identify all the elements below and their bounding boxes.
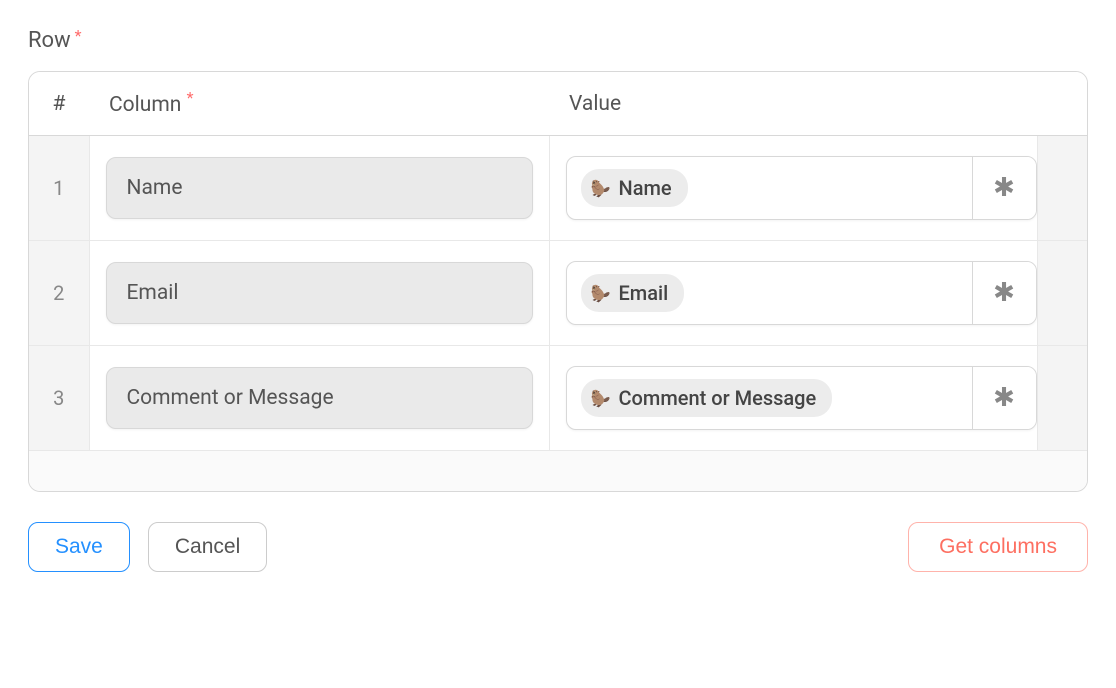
header-value: Value: [549, 72, 967, 136]
header-end: [1037, 72, 1087, 136]
form-icon: 🦫: [591, 283, 611, 303]
section-label-text: Row: [28, 28, 71, 53]
button-row: Save Cancel Get columns: [28, 522, 1088, 572]
header-value-text: Value: [569, 92, 621, 116]
value-field[interactable]: 🦫 Comment or Message ✱: [566, 366, 1037, 430]
get-columns-button[interactable]: Get columns: [908, 522, 1088, 572]
asterisk-icon: ✱: [993, 173, 1015, 203]
chip-label: Comment or Message: [619, 386, 817, 410]
row-end: [1037, 136, 1087, 241]
column-input-text: Email: [127, 281, 179, 305]
value-field[interactable]: 🦫 Name ✱: [566, 156, 1037, 220]
cancel-button[interactable]: Cancel: [148, 522, 267, 572]
chip-label: Name: [619, 176, 672, 200]
value-options-button[interactable]: ✱: [972, 367, 1036, 429]
section-label: Row *: [28, 28, 1088, 53]
value-chip[interactable]: 🦫 Email: [581, 274, 685, 312]
row-index: 2: [29, 241, 89, 346]
chip-label: Email: [619, 281, 669, 305]
save-button[interactable]: Save: [28, 522, 130, 572]
value-options-button[interactable]: ✱: [972, 157, 1036, 219]
value-chip[interactable]: 🦫 Comment or Message: [581, 379, 833, 417]
row-index: 3: [29, 346, 89, 451]
row-end: [1037, 241, 1087, 346]
asterisk-icon: ✱: [993, 278, 1015, 308]
row-table: # Column * Value 1 Name: [29, 72, 1087, 491]
table-row: 3 Comment or Message 🦫 Comment or Messag…: [29, 346, 1087, 451]
column-input[interactable]: Name: [106, 157, 533, 219]
header-action: [967, 72, 1037, 136]
value-chip[interactable]: 🦫 Name: [581, 169, 688, 207]
row-index: 1: [29, 136, 89, 241]
asterisk-icon: ✱: [993, 383, 1015, 413]
footer-empty: [29, 451, 1087, 492]
column-input[interactable]: Email: [106, 262, 533, 324]
column-input-text: Comment or Message: [127, 386, 334, 410]
header-num-text: #: [53, 92, 66, 116]
required-asterisk-icon: *: [75, 28, 82, 44]
table-footer-row: [29, 451, 1087, 492]
column-input[interactable]: Comment or Message: [106, 367, 533, 429]
table-row: 1 Name 🦫 Name: [29, 136, 1087, 241]
table-row: 2 Email 🦫 Email: [29, 241, 1087, 346]
required-asterisk-icon: *: [187, 88, 194, 107]
header-num: #: [29, 72, 89, 136]
row-table-container: # Column * Value 1 Name: [28, 71, 1088, 492]
header-column: Column *: [89, 72, 549, 136]
value-options-button[interactable]: ✱: [972, 262, 1036, 324]
header-column-text: Column: [109, 93, 181, 117]
column-input-text: Name: [127, 176, 183, 200]
form-icon: 🦫: [591, 178, 611, 198]
row-end: [1037, 346, 1087, 451]
value-field[interactable]: 🦫 Email ✱: [566, 261, 1037, 325]
form-icon: 🦫: [591, 388, 611, 408]
